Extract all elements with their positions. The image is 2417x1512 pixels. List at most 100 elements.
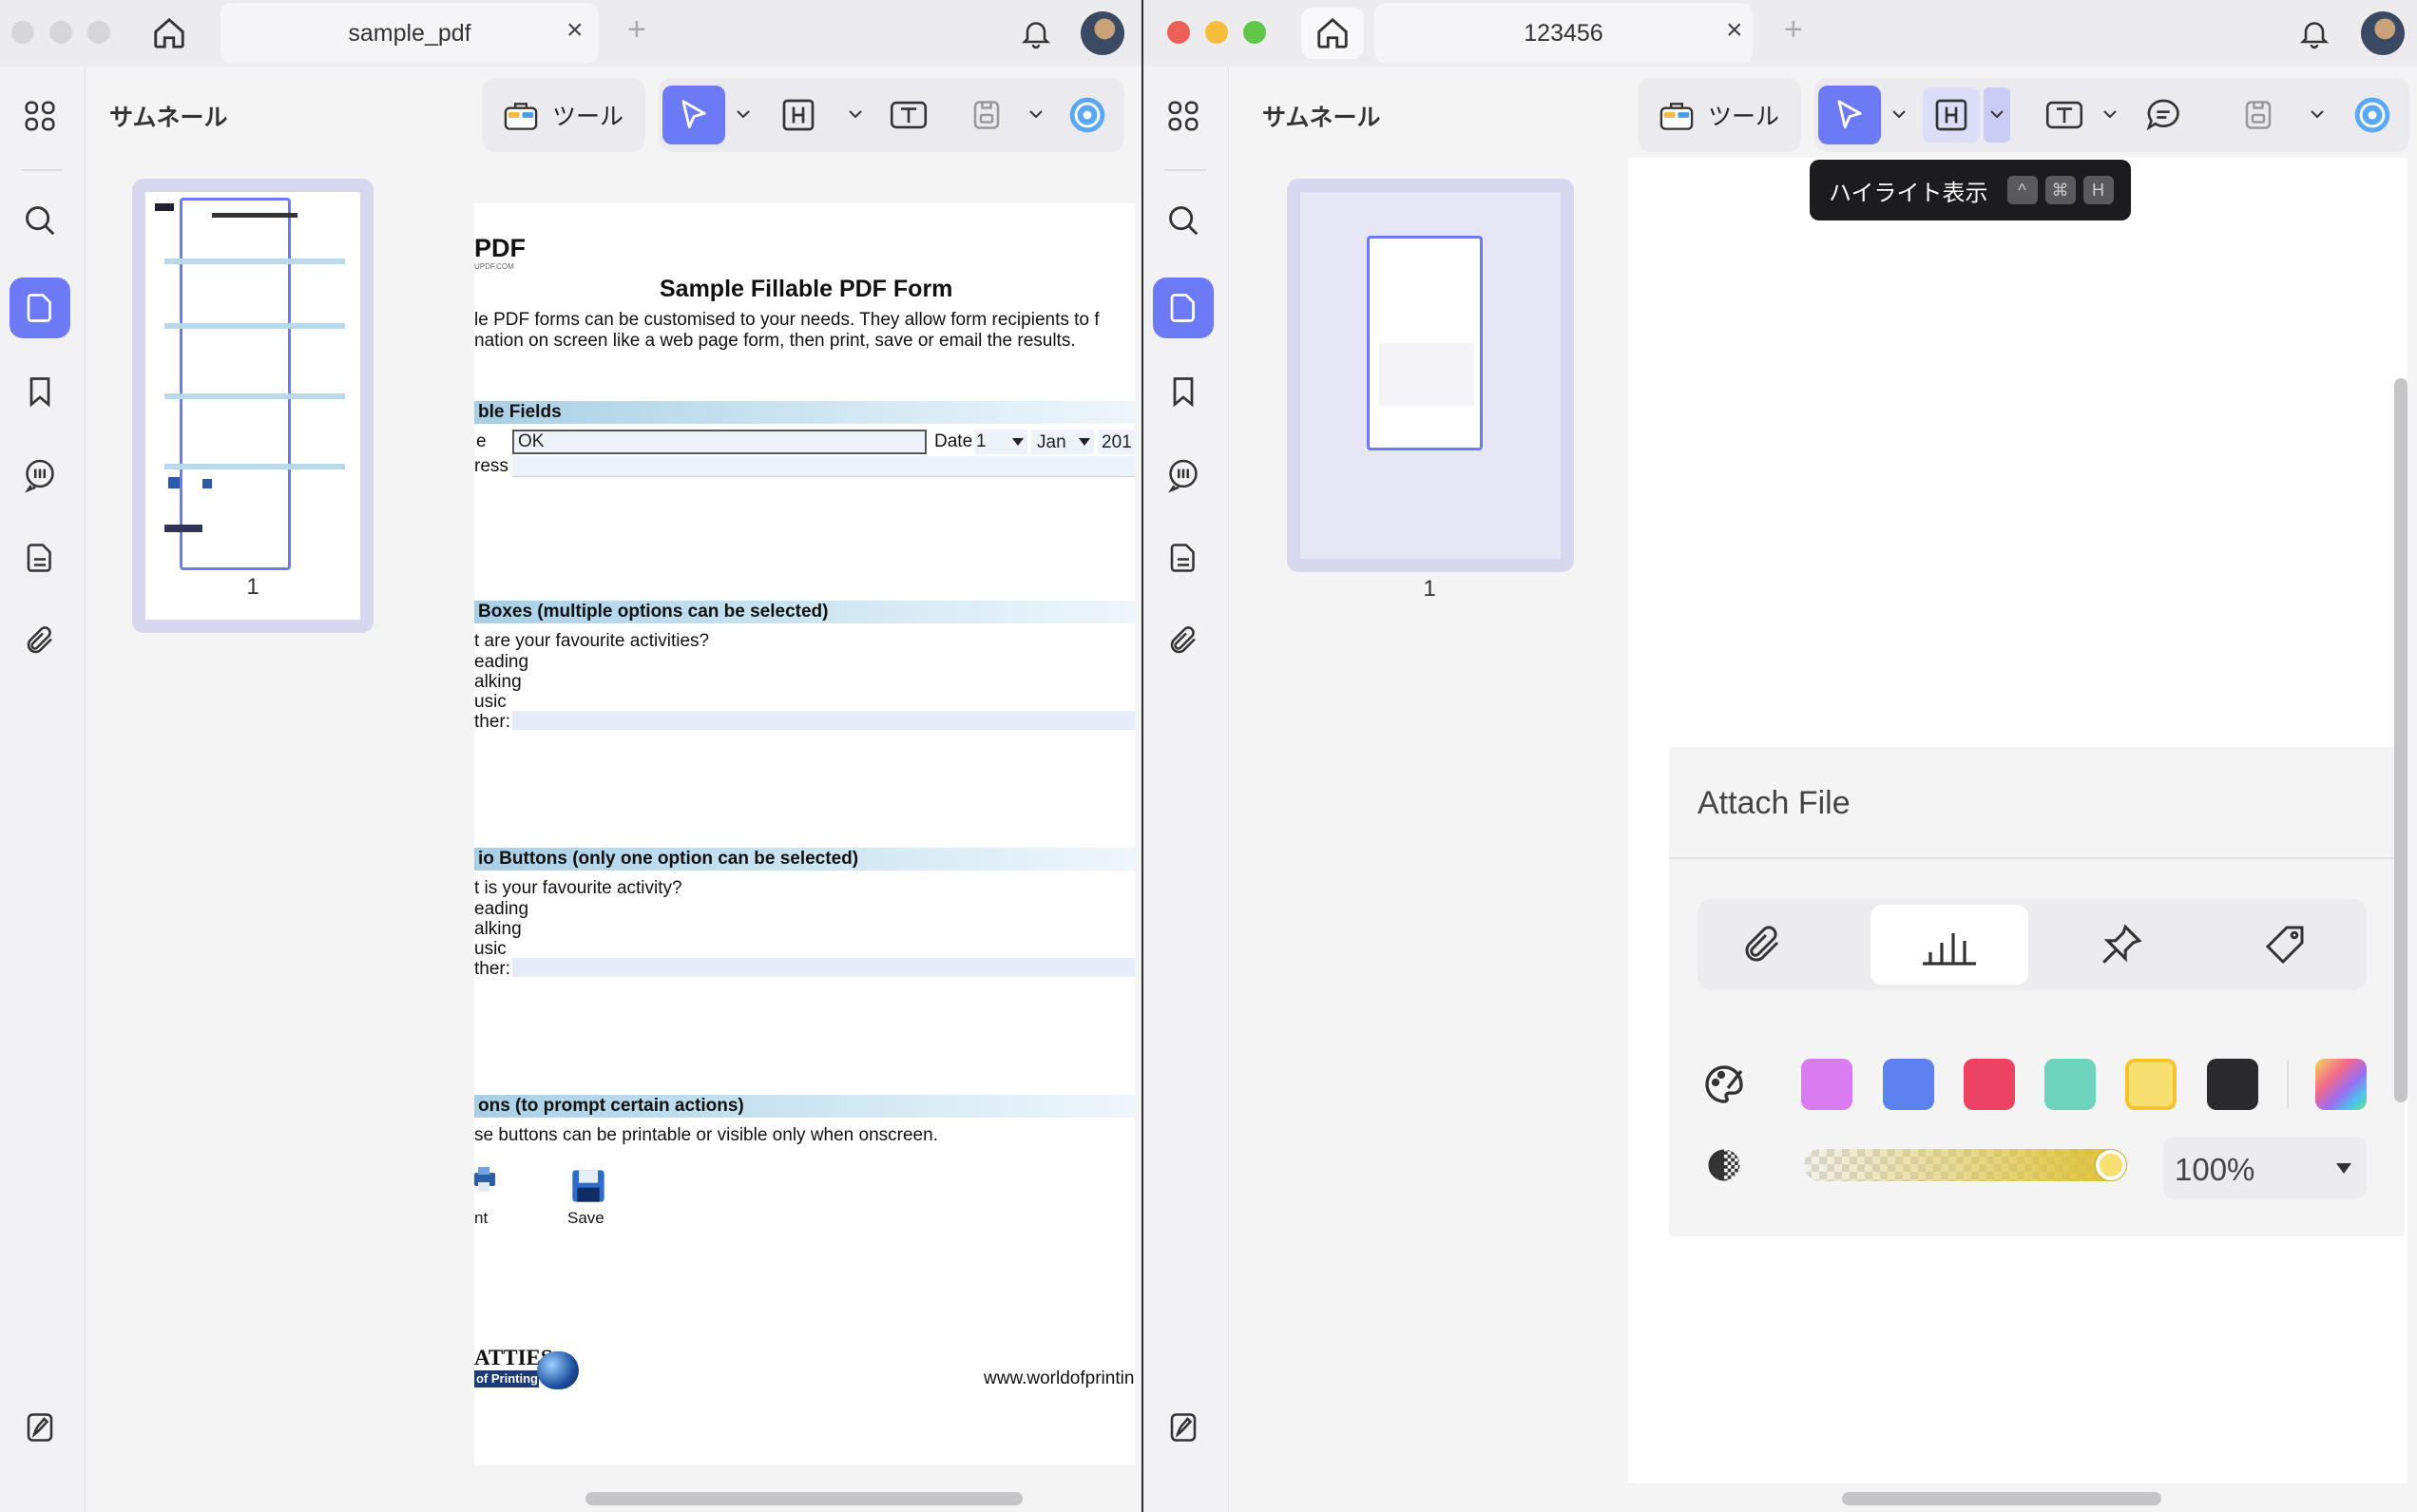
color-palette-button[interactable] [1696,1056,1753,1113]
comments-button[interactable] [1153,445,1214,506]
print-button[interactable] [474,1165,497,1203]
notifications-button[interactable] [1012,10,1060,57]
dropdown-arrow-icon [1012,438,1024,446]
name-label: e [476,431,487,451]
tools-button[interactable]: ツール [1659,95,1779,135]
chevron-down-icon[interactable] [1892,110,1906,119]
tag-attach-option[interactable] [2258,918,2311,971]
notifications-button[interactable] [2291,10,2338,57]
color-swatch-yellow-selected[interactable] [2125,1059,2177,1110]
avatar[interactable] [1081,11,1124,55]
thumbnail-footer-logo [164,525,202,532]
graph-attach-option[interactable] [1870,905,2028,985]
highlight-dropdown-button[interactable] [1984,87,2010,143]
chevron-down-icon[interactable] [1029,110,1043,119]
checkbox-option[interactable]: ther: [474,712,510,733]
chevron-down-icon[interactable] [737,110,750,119]
thumbnails-grid-button[interactable] [1153,86,1214,146]
thumbnails-grid-button[interactable] [10,86,70,146]
color-swatch-black[interactable] [2207,1059,2258,1110]
bookmarks-button[interactable] [10,361,70,422]
ai-assistant-button[interactable] [1062,89,1113,141]
tab-123456[interactable]: 123456 × [1374,3,1753,64]
zoom-window-button[interactable] [87,21,110,44]
color-swatch-teal[interactable] [2044,1059,2096,1110]
checkbox-other-field[interactable] [512,711,1135,730]
pages-button[interactable] [1153,278,1214,338]
tools-button[interactable]: ツール [503,95,623,135]
opacity-slider[interactable] [1804,1149,2127,1181]
checkbox-option[interactable]: usic [474,692,507,713]
sign-button[interactable] [10,1397,70,1458]
pushpin-attach-option[interactable] [2095,918,2148,971]
home-button[interactable] [1301,8,1364,59]
highlight-tool-button[interactable] [773,89,824,141]
horizontal-scrollbar[interactable] [585,1492,1023,1505]
checkbox-option[interactable]: eading [474,652,528,673]
color-swatch-red[interactable] [1964,1059,2015,1110]
date-year-select[interactable]: 201 [1098,430,1135,454]
grid-icon [25,101,55,131]
color-swatch-blue[interactable] [1883,1059,1934,1110]
radio-option[interactable]: ther: [474,959,510,980]
panel-title: サムネール [109,105,228,131]
forms-button[interactable] [10,527,70,588]
date-month-select[interactable]: Jan [1031,430,1094,454]
text-tool-button[interactable] [883,89,934,141]
save-form-button[interactable] [569,1167,607,1205]
chevron-down-icon[interactable] [2311,110,2324,119]
attachments-button[interactable] [1153,610,1214,671]
checkbox-option[interactable]: alking [474,672,522,693]
home-button[interactable] [143,10,196,57]
chevron-down-icon[interactable] [2103,110,2117,119]
radio-option[interactable]: usic [474,939,507,960]
toolbox-icon [1659,103,1694,130]
search-button[interactable] [1153,190,1214,251]
save-tool-button[interactable] [961,89,1012,141]
close-window-button[interactable] [1167,21,1190,44]
radio-option[interactable]: eading [474,899,528,920]
avatar[interactable] [2361,11,2405,55]
bookmarks-button[interactable] [1153,361,1214,422]
print-button-label: nt [474,1209,489,1227]
search-button[interactable] [10,190,70,251]
close-window-button[interactable] [11,21,34,44]
new-tab-button[interactable]: + [627,11,646,48]
opacity-slider-thumb[interactable] [2096,1150,2126,1180]
ai-assistant-button[interactable] [2347,89,2398,141]
zoom-window-button[interactable] [1243,21,1266,44]
date-day-select[interactable]: 1 [974,430,1027,454]
page-thumbnail[interactable] [1287,179,1574,572]
color-swatch-purple[interactable] [1801,1059,1852,1110]
custom-color-button[interactable] [2315,1059,2367,1110]
pages-button[interactable] [10,278,70,338]
radio-option[interactable]: alking [474,919,522,940]
minimize-window-button[interactable] [1205,21,1228,44]
bell-icon [2299,22,2330,49]
text-tool-button[interactable] [2039,89,2090,141]
horizontal-scrollbar[interactable] [1842,1492,2161,1505]
highlight-tool-button[interactable] [1923,87,1980,143]
sign-button[interactable] [1153,1397,1214,1458]
attachments-button[interactable] [10,610,70,671]
radio-other-field[interactable] [512,958,1135,977]
chevron-down-icon[interactable] [849,110,862,119]
comment-tool-button[interactable] [2138,89,2189,141]
page-thumbnail[interactable] [132,179,374,633]
address-field[interactable] [512,456,1135,477]
thumbnail-bar [164,393,345,399]
select-tool-button[interactable] [1818,86,1881,144]
minimize-window-button[interactable] [49,21,72,44]
vertical-scrollbar[interactable] [2394,378,2407,1102]
paperclip-attach-option[interactable] [1736,918,1789,971]
tab-close-button[interactable]: × [566,14,584,47]
new-tab-button[interactable]: + [1784,11,1803,48]
tab-close-button[interactable]: × [1726,14,1743,47]
name-field[interactable]: OK [512,430,927,454]
save-tool-button[interactable] [2233,89,2284,141]
select-tool-button[interactable] [662,86,725,144]
tab-sample-pdf[interactable]: sample_pdf × [221,3,599,64]
comments-button[interactable] [10,445,70,506]
forms-button[interactable] [1153,527,1214,588]
opacity-select[interactable]: 100% [2163,1137,2367,1199]
